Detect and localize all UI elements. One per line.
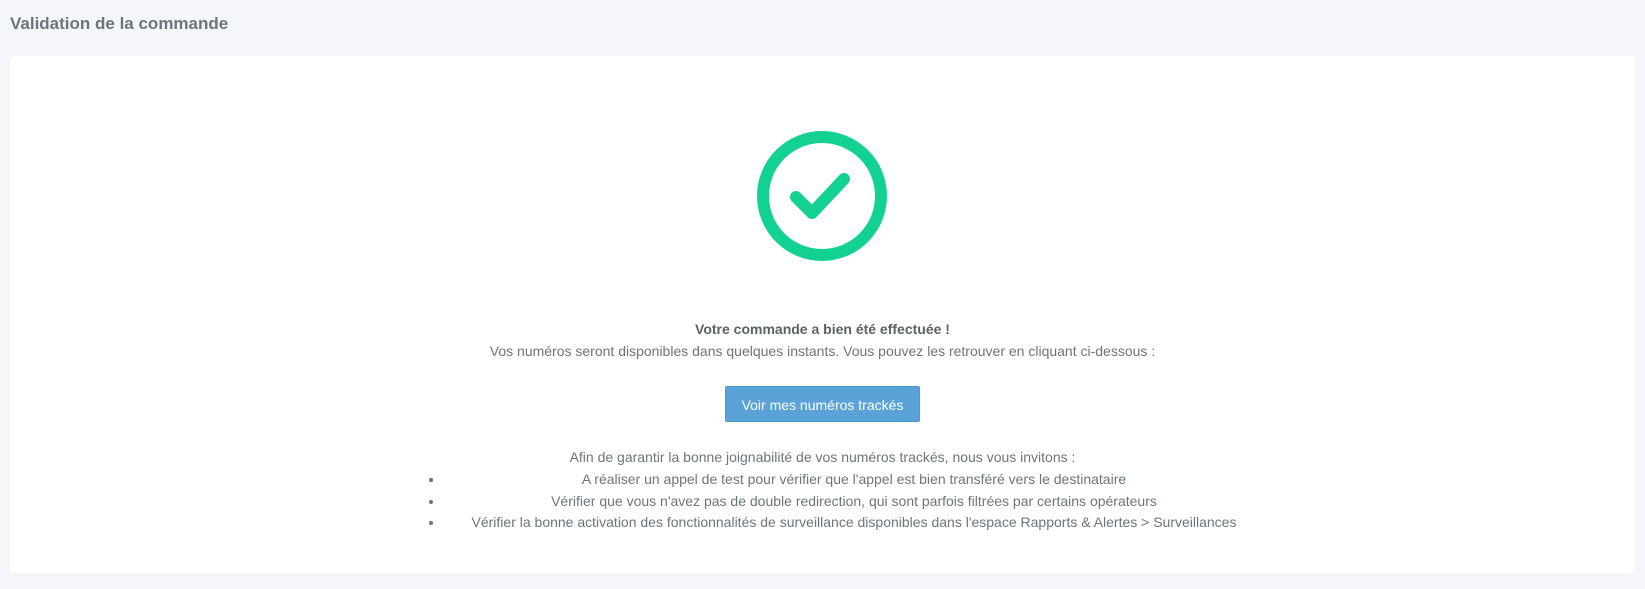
success-message: Vos numéros seront disponibles dans quel…: [489, 343, 1156, 359]
success-title: Votre commande a bien été effectuée !: [695, 321, 950, 337]
advice-item: Vérifier que vous n'avez pas de double r…: [444, 491, 1264, 513]
advice-item: Vérifier la bonne activation des fonctio…: [444, 512, 1264, 534]
check-circle-icon: [754, 128, 890, 264]
advice-list: A réaliser un appel de test pour vérifie…: [424, 469, 1264, 534]
page-title: Validation de la commande: [10, 14, 229, 33]
view-tracked-numbers-button[interactable]: Voir mes numéros trackés: [725, 386, 920, 422]
advice-item: A réaliser un appel de test pour vérifie…: [444, 469, 1264, 491]
confirmation-card: Votre commande a bien été effectuée ! Vo…: [10, 56, 1635, 573]
advice-intro: Afin de garantir la bonne joignabilité d…: [569, 449, 1076, 465]
